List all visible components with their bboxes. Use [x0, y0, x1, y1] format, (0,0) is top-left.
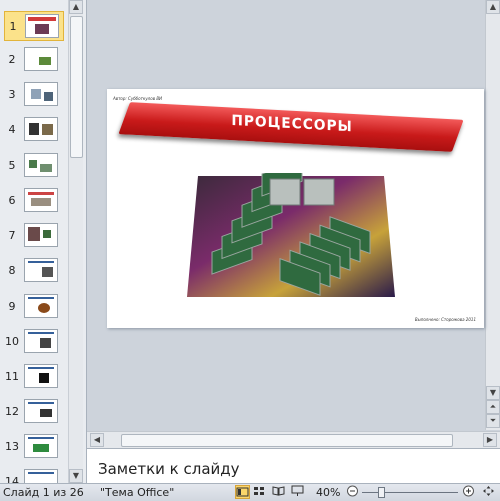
scroll-down-icon[interactable]: ▼ [69, 469, 83, 483]
thumbnail-number: 7 [8, 229, 16, 242]
thumbnail-number: 10 [5, 335, 19, 348]
reading-view-icon[interactable] [272, 485, 287, 499]
scrollbar-thumb[interactable] [70, 16, 83, 158]
previous-slide-icon[interactable]: ⏶ [486, 400, 500, 414]
scrollbar-thumb[interactable] [121, 434, 453, 447]
slide-thumbnail-6[interactable]: 6 [0, 186, 70, 216]
thumbnail-preview [24, 47, 58, 71]
scroll-up-icon[interactable]: ▲ [486, 0, 500, 14]
thumbnail-preview [24, 117, 58, 141]
thumbnail-preview [24, 258, 58, 282]
slide-thumbnail-11[interactable]: 11 [0, 362, 70, 392]
slide-thumbnail-5[interactable]: 5 [0, 151, 70, 181]
thumbnail-preview [25, 14, 59, 38]
slide-horizontal-scrollbar[interactable]: ◀ ▶ [87, 431, 500, 448]
thumbnail-preview [24, 82, 58, 106]
slide-author: Автор: Субботкулов ВИ [113, 96, 163, 101]
scroll-left-icon[interactable]: ◀ [90, 433, 104, 447]
thumbnail-number: 8 [8, 264, 16, 277]
slide-thumbnail-2[interactable]: 2 [0, 45, 70, 75]
thumbnail-number: 13 [5, 440, 19, 453]
scroll-up-icon[interactable]: ▲ [69, 0, 83, 14]
slideshow-icon[interactable] [291, 485, 306, 499]
thumbnail-preview [24, 469, 58, 483]
title-banner[interactable]: ПРОЦЕССОРЫ [118, 102, 464, 152]
thumbnail-preview [24, 153, 58, 177]
thumbnail-preview [24, 223, 58, 247]
thumbnail-number: 3 [8, 88, 16, 101]
next-slide-icon[interactable]: ⏷ [486, 414, 500, 428]
thumbnail-preview [24, 188, 58, 212]
thumbnail-number: 5 [8, 159, 16, 172]
thumbnail-number: 6 [8, 194, 16, 207]
thumbnail-preview [24, 399, 58, 423]
scroll-right-icon[interactable]: ▶ [483, 433, 497, 447]
fit-to-window-icon[interactable] [482, 485, 497, 499]
status-bar: Слайд 1 из 26 "Тема Office" 40% [0, 483, 500, 501]
thumbnail-number: 11 [5, 370, 19, 383]
slide-vertical-scrollbar[interactable]: ▲ ▼ ⏶ ⏷ [485, 0, 500, 430]
slide-thumbnail-12[interactable]: 12 [0, 397, 70, 427]
zoom-level[interactable]: 40% [316, 486, 340, 499]
notes-pane[interactable]: Заметки к слайду [87, 448, 500, 484]
processors-image[interactable] [182, 173, 400, 303]
thumbnail-number: 14 [5, 475, 19, 483]
slide-thumbnail-7[interactable]: 7 [0, 221, 70, 251]
notes-placeholder: Заметки к слайду [98, 460, 240, 478]
slide-thumbnail-8[interactable]: 8 [0, 256, 70, 286]
slide-thumbnail-3[interactable]: 3 [0, 80, 70, 110]
thumbnail-number: 12 [5, 405, 19, 418]
scroll-down-icon[interactable]: ▼ [486, 386, 500, 400]
slide-sorter-icon[interactable] [253, 485, 268, 499]
thumbnail-number: 4 [8, 123, 16, 136]
zoom-slider-thumb[interactable] [378, 487, 385, 498]
slide-thumbnail-9[interactable]: 9 [0, 292, 70, 322]
slide-counter: Слайд 1 из 26 [3, 486, 84, 499]
thumbnail-preview [24, 364, 58, 388]
thumbnail-preview [24, 434, 58, 458]
slide-thumbnails-pane: 1 2 3 4 5 6 7 8 9 10 11 12 13 14 ▲ ▼ [0, 0, 87, 483]
thumbnail-preview [24, 329, 58, 353]
slide-thumbnail-13[interactable]: 13 [0, 432, 70, 462]
thumbnail-preview [24, 294, 58, 318]
slide-thumbnail-1[interactable]: 1 [4, 11, 64, 41]
normal-view-icon[interactable] [235, 485, 250, 499]
slide-executed-by: Выполнено: Сторожова 2011 [414, 317, 476, 322]
thumbnail-number: 2 [8, 53, 16, 66]
thumbnail-number: 9 [8, 300, 16, 313]
slide-canvas[interactable]: Автор: Субботкулов ВИ ПРОЦЕССОРЫ Выполне… [107, 89, 484, 328]
thumbnail-number: 1 [9, 20, 17, 33]
theme-name[interactable]: "Тема Office" [100, 486, 174, 499]
slide-thumbnail-14[interactable]: 14 [0, 467, 70, 483]
slide-thumbnail-10[interactable]: 10 [0, 327, 70, 357]
zoom-in-icon[interactable] [462, 485, 477, 499]
slide-thumbnail-4[interactable]: 4 [0, 115, 70, 145]
zoom-out-icon[interactable] [346, 485, 361, 499]
thumbnails-scrollbar[interactable]: ▲ ▼ [68, 0, 83, 483]
zoom-slider[interactable] [362, 492, 458, 493]
